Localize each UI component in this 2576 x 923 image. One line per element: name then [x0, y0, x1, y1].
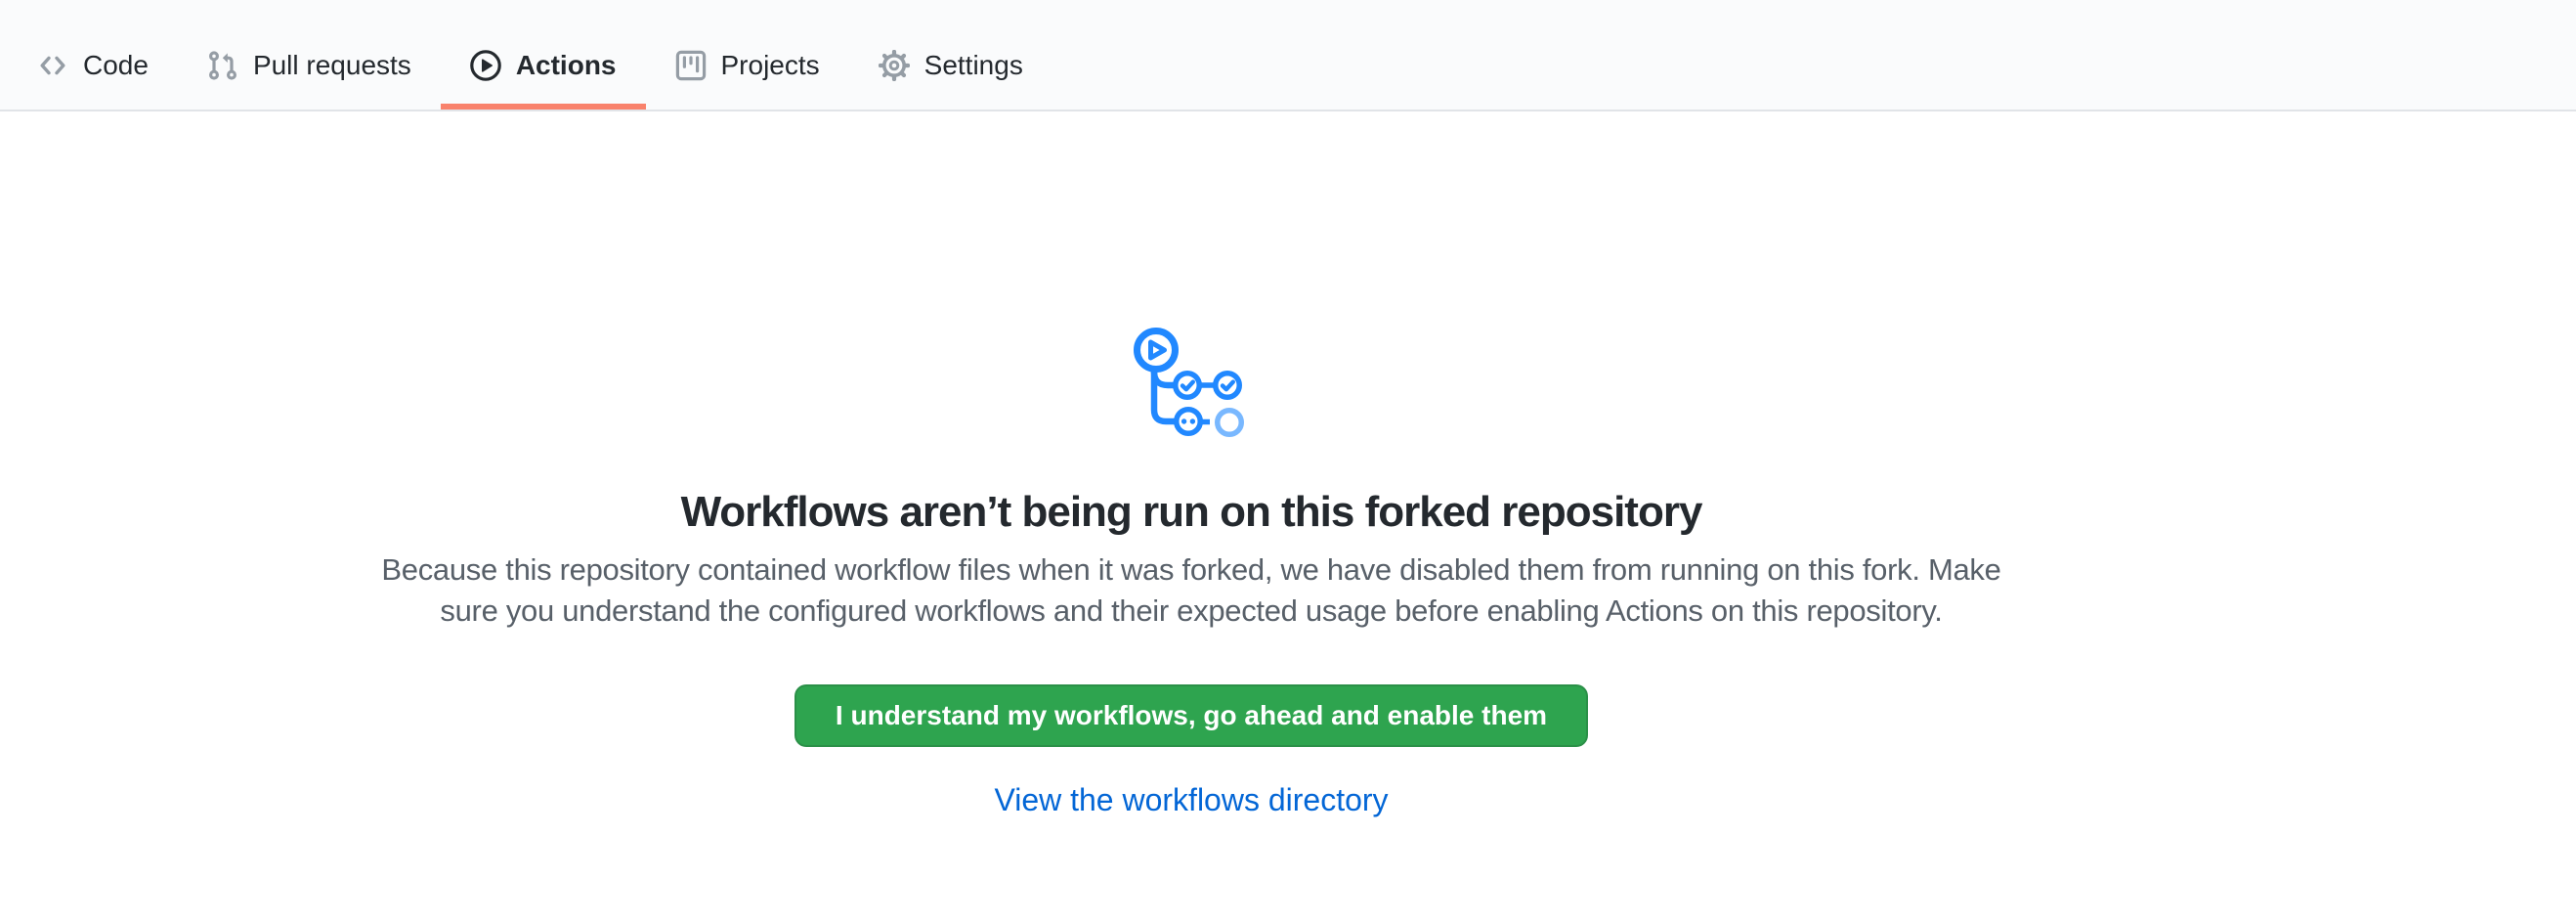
git-pull-request-icon: [207, 50, 238, 81]
tab-pull-requests[interactable]: Pull requests: [178, 27, 441, 110]
repo-tab-nav: Code Pull requests: [8, 27, 2576, 110]
tab-actions[interactable]: Actions: [441, 27, 646, 110]
tab-label: Settings: [924, 52, 1023, 79]
play-circle-icon: [470, 50, 501, 81]
view-workflows-directory-link[interactable]: View the workflows directory: [994, 782, 1388, 817]
description-line: sure you understand the configured workf…: [0, 591, 2383, 632]
project-board-icon: [675, 50, 707, 81]
tab-settings[interactable]: Settings: [849, 27, 1052, 110]
tab-label: Actions: [516, 52, 617, 79]
tab-label: Pull requests: [253, 52, 411, 79]
tab-projects[interactable]: Projects: [646, 27, 849, 110]
blankslate-title: Workflows aren’t being run on this forke…: [0, 483, 2383, 542]
blankslate-description: Because this repository contained workfl…: [0, 549, 2383, 632]
tab-label: Projects: [721, 52, 820, 79]
tab-label: Code: [83, 52, 149, 79]
tab-code[interactable]: Code: [8, 27, 178, 110]
description-line: Because this repository contained workfl…: [0, 549, 2383, 591]
enable-workflows-button[interactable]: I understand my workflows, go ahead and …: [794, 684, 1588, 747]
repo-tab-bar: Code Pull requests: [0, 0, 2576, 111]
code-icon: [37, 50, 68, 81]
main-content: Workflows aren’t being run on this forke…: [0, 327, 2383, 818]
gear-icon: [879, 50, 910, 81]
actions-disabled-blankslate: Workflows aren’t being run on this forke…: [0, 327, 2383, 818]
workflow-graph-icon: [1134, 327, 1249, 442]
